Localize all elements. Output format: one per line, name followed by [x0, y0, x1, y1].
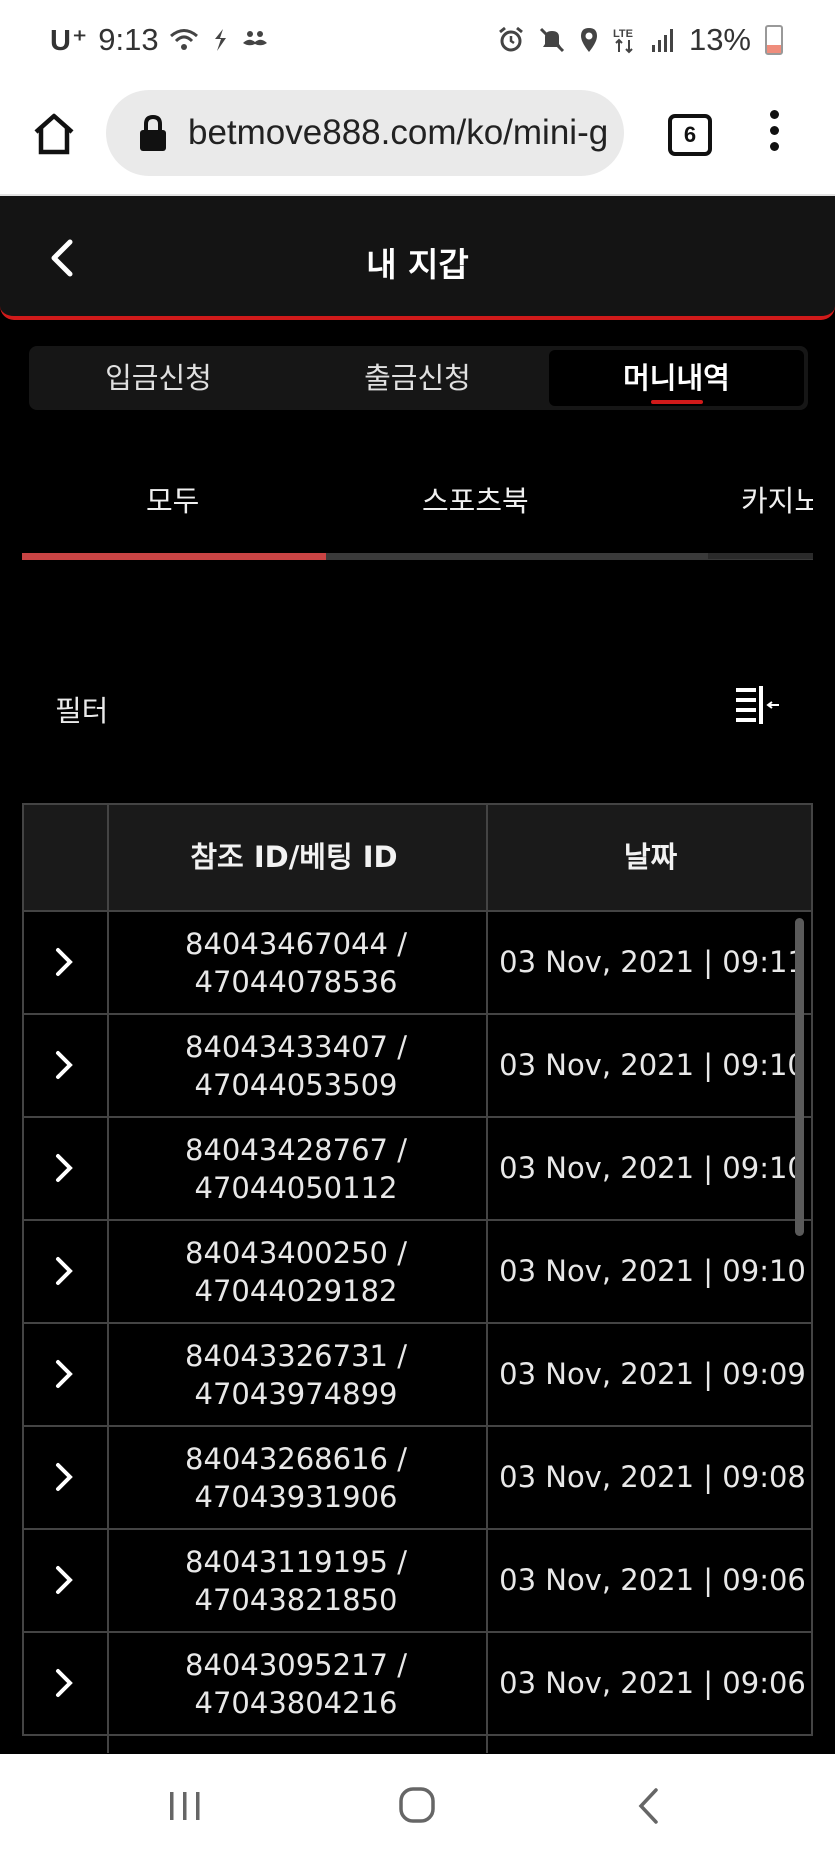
- ref-id: 84043119195 /: [185, 1545, 407, 1579]
- system-navigation-bar: [0, 1754, 835, 1856]
- bet-id: 47044078536: [194, 965, 398, 999]
- subtab-sportsbook[interactable]: 스포츠북: [422, 478, 529, 520]
- location-icon: [580, 28, 597, 52]
- transaction-table: 참조 ID/베팅 ID 날짜 84043467044 / 47044078536 …: [22, 803, 813, 1753]
- chevron-right-icon[interactable]: [52, 944, 76, 980]
- row-date: 03 Nov, 2021 | 09:06: [499, 1563, 806, 1597]
- tab-money-history-label: 머니내역: [623, 361, 730, 395]
- home-icon[interactable]: [30, 110, 78, 158]
- chevron-right-icon[interactable]: [52, 1150, 76, 1186]
- url-text: betmove888.com/ko/mini-g: [188, 113, 609, 152]
- row-ids: 84043467044 / 47044078536: [111, 925, 481, 1001]
- ref-id: 84043400250 /: [185, 1236, 407, 1270]
- mute-icon: [539, 27, 565, 53]
- row-ids: 84043326731 / 47043974899: [111, 1337, 481, 1413]
- lock-icon: [140, 114, 166, 151]
- tab-switcher-button[interactable]: 6: [668, 114, 712, 156]
- bet-id: 47044029182: [194, 1274, 398, 1308]
- browser-toolbar: betmove888.com/ko/mini-g 6: [0, 88, 835, 196]
- chevron-right-icon[interactable]: [52, 1562, 76, 1598]
- row-date: 03 Nov, 2021 | 09:10: [499, 1151, 806, 1185]
- chevron-right-icon[interactable]: [52, 1253, 76, 1289]
- active-tab-indicator: [650, 400, 703, 404]
- row-date: 03 Nov, 2021 | 09:08: [499, 1460, 806, 1494]
- bet-id: 47043821850: [194, 1583, 398, 1617]
- alarm-icon: [499, 26, 523, 52]
- app-notification-icon: [214, 29, 226, 51]
- bet-id: 47043804216: [194, 1686, 398, 1720]
- column-divider: [107, 803, 109, 1753]
- table-row[interactable]: 84043268616 / 47043931906 03 Nov, 2021 | …: [22, 1427, 813, 1530]
- wifi-icon: [169, 29, 198, 50]
- subtab-track-gray: [326, 553, 708, 560]
- wallet-tabs: 입금신청 출금신청 머니내역: [29, 346, 808, 410]
- browser-menu-icon[interactable]: [760, 110, 788, 160]
- lte-icon: LTE: [613, 28, 633, 54]
- nav-back-icon[interactable]: [636, 1786, 660, 1826]
- bet-id: 47043931906: [194, 1480, 398, 1514]
- chevron-right-icon[interactable]: [52, 1356, 76, 1392]
- signal-icon: [651, 29, 673, 52]
- subtab-indicator: [22, 553, 813, 560]
- tab-deposit[interactable]: 입금신청: [29, 346, 288, 410]
- row-date: 03 Nov, 2021 | 09:06: [499, 1666, 806, 1700]
- status-bar: U⁺ 9:13 LTE 13%: [0, 0, 835, 88]
- table-row[interactable]: 84043428767 / 47044050112 03 Nov, 2021 | …: [22, 1118, 813, 1221]
- ref-id: 84043428767 /: [185, 1133, 407, 1167]
- column-header-ids: 참조 ID/베팅 ID: [190, 840, 398, 874]
- table-header: 참조 ID/베팅 ID 날짜: [22, 803, 813, 912]
- subtab-active-bar: [22, 553, 326, 560]
- row-date: 03 Nov, 2021 | 09:10: [499, 1048, 806, 1082]
- page-title: 내 지갑: [366, 245, 469, 284]
- chevron-right-icon[interactable]: [52, 1459, 76, 1495]
- bet-id: 47043974899: [194, 1377, 398, 1411]
- column-header-date: 날짜: [623, 840, 678, 874]
- battery-icon: [765, 25, 783, 55]
- tab-money-history[interactable]: 머니내역: [549, 350, 804, 406]
- row-ids: 84043095217 / 47043804216: [111, 1646, 481, 1722]
- row-date: 03 Nov, 2021 | 09:11: [499, 945, 806, 979]
- bet-id: 47044053509: [194, 1068, 398, 1102]
- table-scrollbar[interactable]: [795, 918, 804, 1236]
- recent-apps-icon[interactable]: [168, 1790, 202, 1822]
- chevron-right-icon[interactable]: [52, 1047, 76, 1083]
- tab-withdraw-label: 출금신청: [364, 361, 471, 395]
- table-row[interactable]: 84043467044 / 47044078536 03 Nov, 2021 | …: [22, 912, 813, 1015]
- bet-id: 47044050112: [194, 1171, 398, 1205]
- home-circle-icon[interactable]: [398, 1786, 436, 1824]
- carrier-label: U⁺: [50, 24, 89, 57]
- tab-withdraw[interactable]: 출금신청: [288, 346, 547, 410]
- row-date: 03 Nov, 2021 | 09:10: [499, 1254, 806, 1288]
- ref-id: 84043095217 /: [185, 1648, 407, 1682]
- mustache-icon: [242, 31, 267, 46]
- row-ids: 84043428767 / 47044050112: [111, 1131, 481, 1207]
- table-row[interactable]: 84043095217 / 47043804216 03 Nov, 2021 | …: [22, 1633, 813, 1736]
- table-row[interactable]: 84043119195 / 47043821850 03 Nov, 2021 | …: [22, 1530, 813, 1633]
- ref-id: 84043326731 /: [185, 1339, 407, 1373]
- row-date: 03 Nov, 2021 | 09:09: [499, 1357, 806, 1391]
- subtab-casino[interactable]: 카지노: [741, 478, 813, 520]
- svg-text:LTE: LTE: [613, 28, 633, 40]
- table-row[interactable]: 84043400250 / 47044029182 03 Nov, 2021 | …: [22, 1221, 813, 1324]
- row-ids: 84043119195 / 47043821850: [111, 1543, 481, 1619]
- ref-id: 84043433407 /: [185, 1030, 407, 1064]
- filter-label: 필터: [55, 694, 109, 728]
- chevron-right-icon[interactable]: [52, 1665, 76, 1701]
- table-row[interactable]: 84043433407 / 47044053509 03 Nov, 2021 | …: [22, 1015, 813, 1118]
- battery-percent: 13%: [688, 22, 751, 57]
- column-divider: [486, 803, 488, 1753]
- table-row[interactable]: 84043326731 / 47043974899 03 Nov, 2021 | …: [22, 1324, 813, 1427]
- ref-id: 84043467044 /: [185, 927, 407, 961]
- subtab-all[interactable]: 모두: [146, 478, 199, 520]
- row-ids: 84043433407 / 47044053509: [111, 1028, 481, 1104]
- address-bar[interactable]: betmove888.com/ko/mini-g: [106, 90, 624, 176]
- ref-id: 84043268616 /: [185, 1442, 407, 1476]
- app-header: 내 지갑: [0, 196, 835, 320]
- clock: 9:13: [98, 22, 159, 57]
- row-ids: 84043268616 / 47043931906: [111, 1440, 481, 1516]
- subtab-track-thin: [708, 559, 813, 560]
- row-ids: 84043400250 / 47044029182: [111, 1234, 481, 1310]
- tab-deposit-label: 입금신청: [105, 361, 212, 395]
- filter-toggle-icon[interactable]: [733, 683, 781, 727]
